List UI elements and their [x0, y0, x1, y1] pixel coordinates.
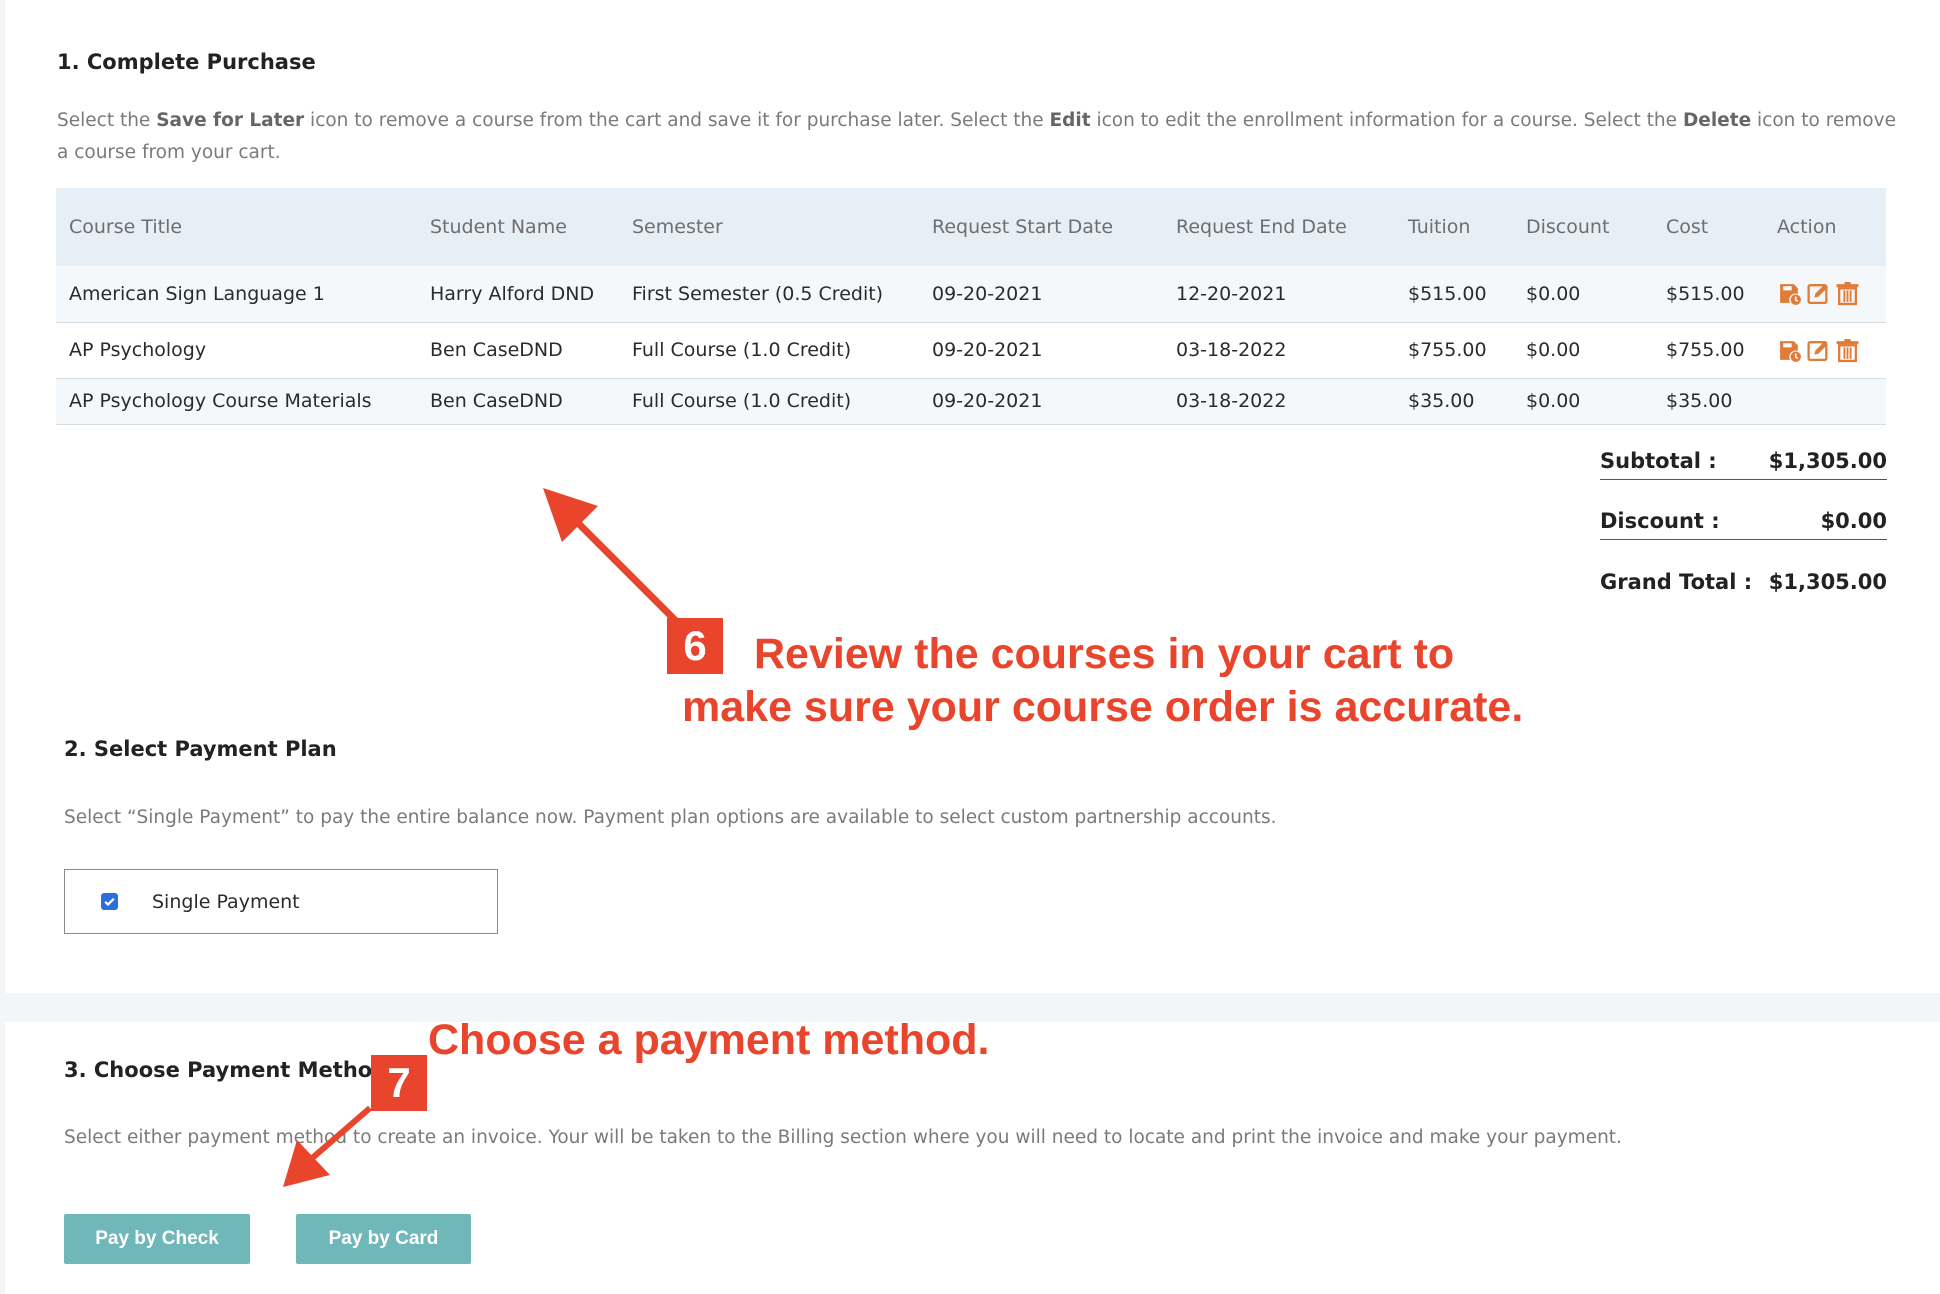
payment-method-description: Select either payment method to create a… [64, 1127, 1622, 1148]
single-payment-label: Single Payment [152, 890, 300, 913]
pay-by-card-button[interactable]: Pay by Card [296, 1214, 471, 1264]
grand-total-label: Grand Total : [1600, 570, 1753, 594]
table-header-row: Course Title Student Name Semester Reque… [56, 188, 1886, 266]
semester-cell: First Semester (0.5 Credit) [619, 266, 919, 323]
save-for-later-icon[interactable] [1777, 338, 1802, 363]
edit-icon[interactable] [1806, 338, 1831, 363]
cost-cell: $515.00 [1653, 266, 1764, 323]
subtotal-row: Subtotal : $1,305.00 [1600, 438, 1887, 480]
action-cell [1764, 378, 1886, 425]
course-title-cell: American Sign Language 1 [56, 266, 417, 323]
column-header: Tuition [1395, 188, 1513, 266]
end-date-cell: 03-18-2022 [1163, 378, 1395, 425]
cost-cell: $35.00 [1653, 378, 1764, 425]
tuition-cell: $755.00 [1395, 322, 1513, 379]
column-header: Course Title [56, 188, 417, 266]
subtotal-label: Subtotal : [1600, 449, 1717, 473]
column-header: Semester [619, 188, 919, 266]
column-header: Discount [1513, 188, 1653, 266]
grand-total-value: $1,305.00 [1768, 570, 1887, 594]
grand-total-row: Grand Total : $1,305.00 [1600, 558, 1887, 600]
discount-label: Discount : [1600, 509, 1720, 533]
payment-plan-heading: 2. Select Payment Plan [64, 737, 337, 761]
discount-row: Discount : $0.00 [1600, 498, 1887, 540]
semester-cell: Full Course (1.0 Credit) [619, 322, 919, 379]
pay-by-check-button[interactable]: Pay by Check [64, 1214, 250, 1264]
edit-icon[interactable] [1806, 281, 1831, 306]
start-date-cell: 09-20-2021 [919, 378, 1163, 425]
student-name-cell: Ben CaseDND [417, 322, 619, 379]
complete-purchase-description: Select the Save for Later icon to remove… [57, 110, 1896, 163]
action-cell [1764, 322, 1886, 379]
column-header: Request End Date [1163, 188, 1395, 266]
discount-cell: $0.00 [1513, 378, 1653, 425]
subtotal-value: $1,305.00 [1768, 449, 1887, 473]
column-header: Cost [1653, 188, 1764, 266]
course-title-cell: AP Psychology Course Materials [56, 378, 417, 425]
delete-icon[interactable] [1835, 281, 1860, 306]
start-date-cell: 09-20-2021 [919, 322, 1163, 379]
column-header: Action [1764, 188, 1886, 266]
step6-line1: Review the courses in your cart to [754, 630, 1455, 678]
student-name-cell: Harry Alford DND [417, 266, 619, 323]
tuition-cell: $35.00 [1395, 378, 1513, 425]
save-for-later-icon[interactable] [1777, 281, 1802, 306]
single-payment-option[interactable]: Single Payment [64, 869, 498, 934]
complete-purchase-heading: 1. Complete Purchase [57, 50, 316, 74]
delete-icon[interactable] [1835, 338, 1860, 363]
student-name-cell: Ben CaseDND [417, 378, 619, 425]
discount-cell: $0.00 [1513, 266, 1653, 323]
tuition-cell: $515.00 [1395, 266, 1513, 323]
discount-cell: $0.00 [1513, 322, 1653, 379]
cart-table: Course Title Student Name Semester Reque… [56, 188, 1886, 425]
start-date-cell: 09-20-2021 [919, 266, 1163, 323]
step7-text: Choose a payment method. [428, 1016, 990, 1064]
order-totals: Subtotal : $1,305.00 Discount : $0.00 Gr… [1600, 438, 1887, 618]
step7-badge: 7 [371, 1055, 427, 1111]
cost-cell: $755.00 [1653, 322, 1764, 379]
column-header: Student Name [417, 188, 619, 266]
semester-cell: Full Course (1.0 Credit) [619, 378, 919, 425]
table-row: AP Psychology Ben CaseDND Full Course (1… [56, 322, 1886, 379]
column-header: Request Start Date [919, 188, 1163, 266]
step6-badge: 6 [667, 618, 723, 674]
end-date-cell: 12-20-2021 [1163, 266, 1395, 323]
table-row: AP Psychology Course Materials Ben CaseD… [56, 378, 1886, 425]
payment-method-heading: 3. Choose Payment Method [64, 1058, 388, 1082]
table-row: American Sign Language 1 Harry Alford DN… [56, 266, 1886, 323]
end-date-cell: 03-18-2022 [1163, 322, 1395, 379]
course-title-cell: AP Psychology [56, 322, 417, 379]
step6-line2: make sure your course order is accurate. [682, 683, 1524, 731]
single-payment-checkbox[interactable] [101, 893, 118, 910]
discount-value: $0.00 [1820, 509, 1887, 533]
action-cell [1764, 266, 1886, 323]
payment-plan-description: Select “Single Payment” to pay the entir… [64, 807, 1277, 828]
